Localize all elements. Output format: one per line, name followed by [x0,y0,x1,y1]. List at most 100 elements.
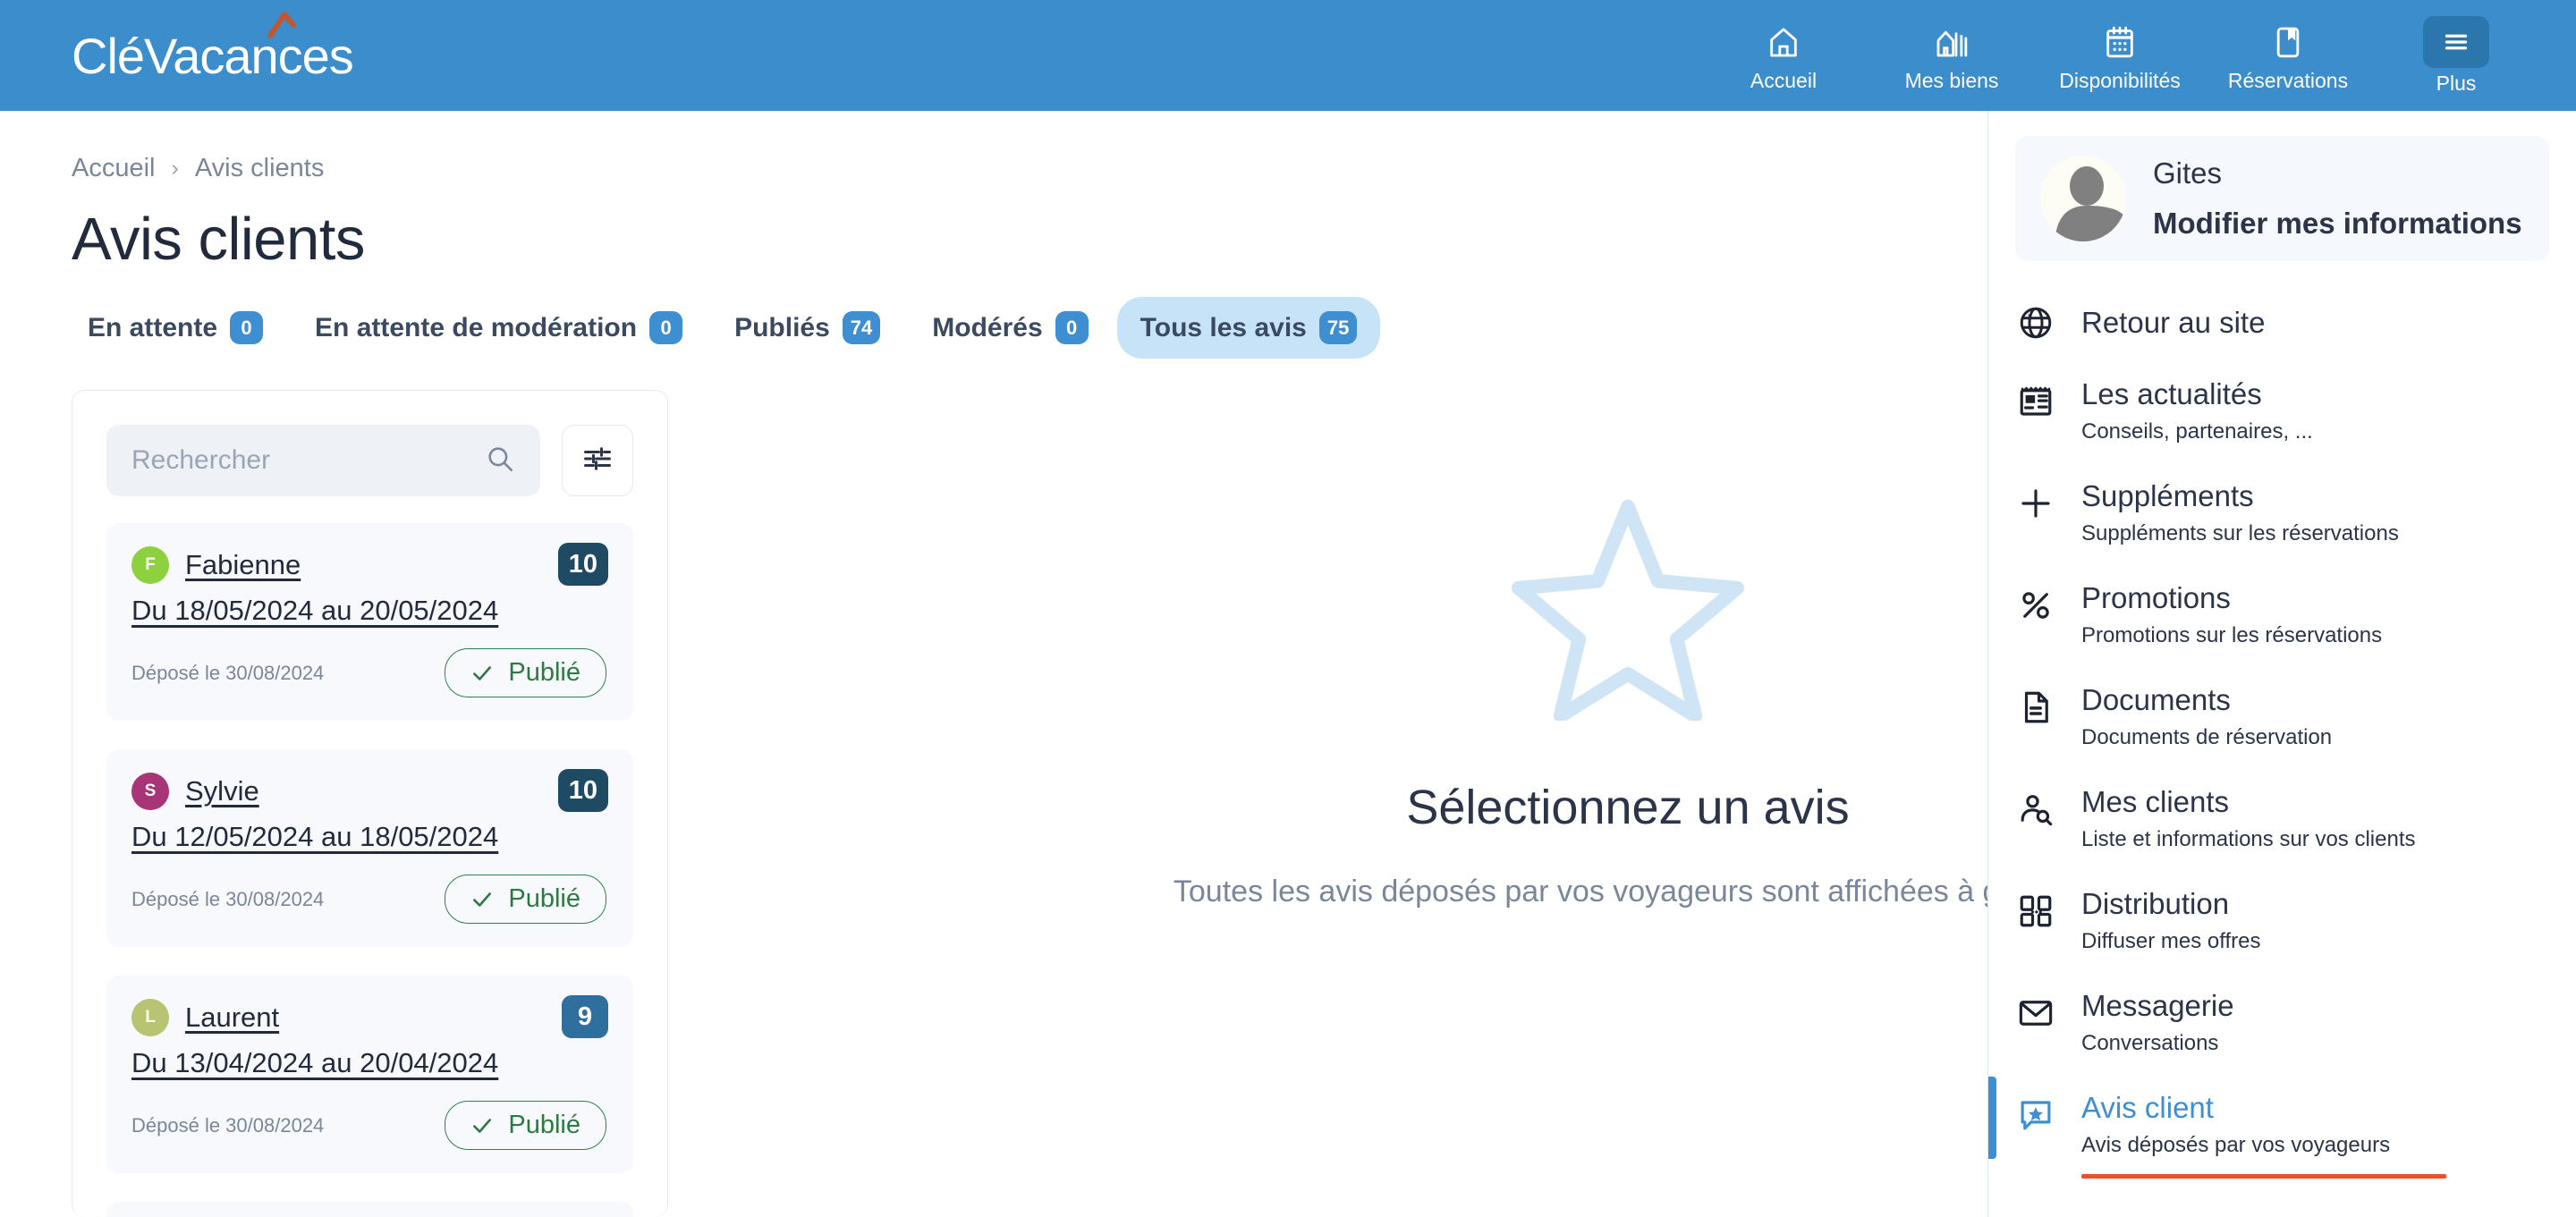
hamburger-icon [2423,16,2489,68]
menu-item-text: Mes clients Liste et informations sur vo… [2081,783,2416,853]
review-score-badge: 10 [557,769,608,812]
brand-logo[interactable]: CléVacances [72,12,354,88]
active-indicator-underline [2081,1174,2446,1179]
menu-item-avis-client[interactable]: Avis client Avis déposés par vos voyageu… [1988,1073,2576,1182]
menu-item-subtitle: Promotions sur les réservations [2081,623,2383,647]
globe-icon [2015,302,2056,343]
search-input[interactable] [131,445,485,476]
bookmark-icon [2265,19,2311,65]
breadcrumb-home[interactable]: Accueil [72,154,156,183]
home-icon [1760,19,1807,65]
review-status-tabs: En attente 0 En attente de modération 0 … [64,297,1381,359]
avatar: F [131,546,169,584]
tab-label: Modérés [932,312,1043,342]
menu-item-title: Mes clients [2081,785,2230,818]
nav-item-plus[interactable]: Plus [2372,0,2540,111]
menu-item-text: Suppléments Suppléments sur les réservat… [2081,478,2399,547]
empty-state-title: Sélectionnez un avis [1406,781,1850,834]
buildings-icon [1928,19,1975,65]
profile-card[interactable]: Gites Modifier mes informations [2015,136,2549,261]
avatar [2040,156,2126,241]
menu-item-subtitle: Conversations [2081,1031,2219,1055]
deposited-date: Déposé le 30/08/2024 [131,661,325,684]
review-card-partial[interactable] [106,1202,633,1217]
profile-info: Gites Modifier mes informations [2153,156,2522,241]
tab-label: En attente de modération [315,312,638,342]
envelope-icon [2015,993,2056,1034]
menu-item-text: Promotions Promotions sur les réservatio… [2081,579,2382,649]
tab-count-badge: 0 [649,311,683,344]
nav-item-reservations[interactable]: Réservations [2204,0,2372,111]
app-header: CléVacances Accueil Mes biens Disponibil… [0,0,2576,111]
status-label: Publié [508,1111,580,1139]
review-card[interactable]: S Sylvie 10 Du 12/05/2024 au 18/05/2024 … [106,749,633,947]
stay-dates[interactable]: Du 18/05/2024 au 20/05/2024 [131,595,606,627]
star-chat-icon [2015,1094,2056,1136]
menu-item-distribution[interactable]: Distribution Diffuser mes offres [1988,869,2576,971]
stay-dates[interactable]: Du 13/04/2024 au 20/04/2024 [131,1047,606,1079]
review-header: S Sylvie [131,773,606,810]
menu-item-les-actualites[interactable]: Les actualités Conseils, partenaires, ..… [1988,359,2576,461]
profile-name: Gites [2153,156,2223,190]
menu-item-text: Retour au site [2081,304,2265,342]
nav-item-mes-biens[interactable]: Mes biens [1868,0,2036,111]
menu-item-promotions[interactable]: Promotions Promotions sur les réservatio… [1988,563,2576,665]
menu-item-subtitle: Avis déposés par vos voyageurs [2081,1133,2391,1157]
main-navigation: Accueil Mes biens Disponibilités Réserva… [1699,0,2540,111]
review-list: F Fabienne 10 Du 18/05/2024 au 20/05/202… [72,496,667,1217]
menu-item-mes-clients[interactable]: Mes clients Liste et informations sur vo… [1988,767,2576,869]
menu-item-messagerie[interactable]: Messagerie Conversations [1988,971,2576,1073]
review-card[interactable]: L Laurent 9 Du 13/04/2024 au 20/04/2024 … [106,976,633,1173]
status-label: Publié [508,884,580,913]
menu-item-subtitle: Conseils, partenaires, ... [2081,419,2313,444]
newspaper-icon [2015,381,2056,422]
document-icon [2015,687,2056,728]
breadcrumb-current: Avis clients [194,154,325,182]
search-box[interactable] [106,425,540,496]
review-score-badge: 10 [557,543,608,586]
menu-item-subtitle: Diffuser mes offres [2081,929,2261,953]
menu-item-retour-au-site[interactable]: Retour au site [1988,286,2576,359]
page-title: Avis clients [72,206,365,273]
deposited-date: Déposé le 30/08/2024 [131,1113,325,1137]
reviewer-name[interactable]: Sylvie [185,775,259,807]
review-header: L Laurent [131,999,606,1036]
status-badge: Publié [445,1101,606,1150]
tab-count-badge: 0 [230,311,264,344]
stay-dates[interactable]: Du 12/05/2024 au 18/05/2024 [131,821,606,853]
tab-moderes[interactable]: Modérés 0 [909,297,1111,359]
edit-profile-link[interactable]: Modifier mes informations [2153,207,2522,241]
menu-item-text: Messagerie Conversations [2081,987,2234,1057]
menu-item-title: Messagerie [2081,989,2234,1022]
menu-item-title: Les actualités [2081,377,2262,410]
review-score-badge: 9 [562,995,608,1038]
nav-label: Réservations [2227,69,2349,92]
menu-item-title: Distribution [2081,887,2230,920]
breadcrumb-separator-icon: › [171,156,179,181]
menu-item-title: Documents [2081,683,2231,716]
tab-publies[interactable]: Publiés 74 [711,297,903,359]
empty-state-subtitle: Toutes les avis déposés par vos voyageur… [1173,875,2083,909]
more-menu-list: Retour au site Les actualités Conseils, … [1988,261,2576,1182]
percent-icon [2015,585,2056,626]
tab-en-attente[interactable]: En attente 0 [64,297,286,359]
nav-label: Accueil [1750,69,1818,92]
menu-item-subtitle: Liste et informations sur vos clients [2081,827,2416,851]
nav-label: Disponibilités [2059,69,2181,92]
search-row [72,391,667,496]
reviewer-name[interactable]: Fabienne [185,549,301,581]
tab-en-attente-de-moderation[interactable]: En attente de modération 0 [292,297,706,359]
nav-item-accueil[interactable]: Accueil [1699,0,1868,111]
review-card[interactable]: F Fabienne 10 Du 18/05/2024 au 20/05/202… [106,523,633,721]
filter-button[interactable] [562,425,633,496]
reviewer-name[interactable]: Laurent [185,1001,279,1034]
tab-tous-les-avis[interactable]: Tous les avis 75 [1116,297,1381,359]
check-icon [473,892,492,907]
menu-item-supplements[interactable]: Suppléments Suppléments sur les réservat… [1988,461,2576,563]
user-search-icon [2015,789,2056,830]
menu-item-text: Distribution Diffuser mes offres [2081,885,2261,955]
menu-item-documents[interactable]: Documents Documents de réservation [1988,665,2576,767]
check-icon [473,665,492,680]
nav-item-disponibilites[interactable]: Disponibilités [2036,0,2204,111]
nav-label: Mes biens [1904,69,1999,92]
